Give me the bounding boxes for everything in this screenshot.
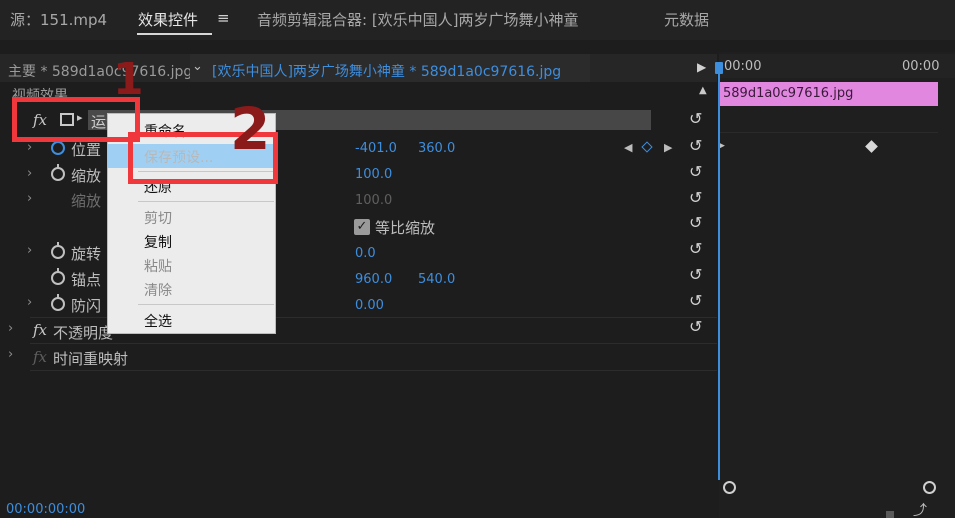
anti-flicker-label: 防闪 (71, 297, 102, 315)
menu-item-label: 剪切 (144, 211, 172, 227)
export-frame-icon[interactable]: ⤴ (913, 500, 927, 518)
expand-scale-icon[interactable]: › (27, 166, 32, 181)
active-tab-underline (137, 33, 212, 35)
reset-opacity-icon[interactable]: ↺ (689, 317, 702, 336)
playhead-handle[interactable] (715, 62, 723, 74)
scale-value[interactable]: 100.0 (355, 167, 392, 182)
row-divider (30, 343, 717, 344)
timeline-clip-name: 589d1a0c97616.jpg (723, 86, 854, 101)
panel-tab-bar: 源：151.mp4 效果控件 ≡ 音频剪辑混合器: [欢乐中国人]两岁广场舞小神… (0, 0, 955, 40)
chevron-down-icon[interactable]: ⌄ (192, 59, 203, 74)
menu-separator (138, 304, 274, 305)
timeline-row-line (720, 132, 938, 133)
tab-audio-mixer[interactable]: 音频剪辑混合器: [欢乐中国人]两岁广场舞小神童 (257, 9, 579, 30)
playhead[interactable] (718, 64, 720, 480)
prev-keyframe-icon[interactable]: ◀ (624, 141, 632, 154)
zoom-scroll-left-handle[interactable] (723, 481, 736, 494)
tab-source[interactable]: 源：151.mp4 (10, 9, 107, 30)
expand-time-remap-icon[interactable]: › (8, 347, 13, 362)
stopwatch-anchor-icon[interactable] (51, 268, 65, 285)
reset-motion-icon[interactable]: ↺ (689, 109, 702, 128)
position-x-value[interactable]: -401.0 (355, 141, 397, 156)
scale-label: 缩放 (71, 167, 102, 185)
stopwatch-anti-flicker-icon[interactable] (51, 294, 65, 311)
uniform-scale-label: 等比缩放 (375, 219, 436, 237)
reset-anti-flicker-icon[interactable]: ↺ (689, 291, 702, 310)
row-divider (30, 370, 717, 371)
uniform-scale-checkbox[interactable]: ✓ (354, 219, 370, 235)
anchor-x-value[interactable]: 960.0 (355, 272, 392, 287)
expand-rotation-icon[interactable]: › (27, 243, 32, 258)
menu-separator (138, 201, 274, 202)
rotation-label: 旋转 (71, 245, 102, 263)
current-timecode[interactable]: 00:00:00:00 (6, 502, 85, 517)
fx-toggle-time-remap: fx (33, 348, 48, 366)
scale-width-label: 缩放 (71, 192, 102, 210)
reset-position-icon[interactable]: ↺ (689, 136, 702, 155)
reset-uniform-scale-icon[interactable]: ↺ (689, 213, 702, 232)
reset-scale-icon[interactable]: ↺ (689, 162, 702, 181)
rotation-value[interactable]: 0.0 (355, 246, 376, 261)
anchor-label: 锚点 (71, 271, 102, 289)
collapse-up-icon[interactable]: ▲ (699, 85, 707, 96)
expand-scale-width-icon: › (27, 191, 33, 206)
play-only-audio-icon[interactable]: ▶ (697, 60, 706, 74)
menu-item-select-all[interactable]: 全选 (108, 308, 275, 332)
sequence-clip-selector[interactable]: ⌄ [欢乐中国人]两岁广场舞小神童 * 589d1a0c97616.jpg (190, 54, 590, 82)
menu-item-label: 全选 (144, 314, 172, 330)
menu-item-clear[interactable]: 清除 (108, 277, 275, 301)
time-remap-label: 时间重映射 (53, 350, 129, 368)
menu-item-paste[interactable]: 粘贴 (108, 253, 275, 277)
reset-rotation-icon[interactable]: ↺ (689, 239, 702, 258)
fx-toggle-opacity[interactable]: fx (33, 321, 47, 339)
opacity-label: 不透明度 (53, 324, 114, 342)
next-keyframe-icon[interactable]: ▶ (664, 141, 672, 154)
tab-effect-controls[interactable]: 效果控件 (138, 9, 198, 30)
reset-anchor-icon[interactable]: ↺ (689, 265, 702, 284)
annotation-number-1: 1 (113, 54, 144, 105)
reset-scale-width-icon[interactable]: ↺ (689, 188, 702, 207)
stopwatch-position-icon[interactable] (51, 138, 65, 155)
menu-item-copy[interactable]: 复制 (108, 229, 275, 253)
position-y-value[interactable]: 360.0 (418, 141, 455, 156)
timeline-scrollbar[interactable] (886, 511, 894, 518)
master-clip-label[interactable]: 主要 * 589d1a0c97616.jpg (8, 61, 192, 81)
menu-item-label: 粘贴 (144, 259, 172, 275)
ruler-start-time: 00:00 (724, 59, 762, 74)
annotation-number-2: 2 (230, 95, 271, 163)
tab-metadata[interactable]: 元数据 (664, 9, 709, 30)
position-label: 位置 (71, 141, 102, 159)
ruler-end-time: 00:00 (902, 59, 940, 74)
expand-position-icon[interactable]: › (27, 140, 32, 155)
clip-breadcrumb: 主要 * 589d1a0c97616.jpg ⌄ [欢乐中国人]两岁广场舞小神童… (0, 54, 717, 82)
expand-anti-flicker-icon[interactable]: › (27, 295, 32, 310)
scale-width-value: 100.0 (355, 193, 393, 208)
menu-item-cut[interactable]: 剪切 (108, 205, 275, 229)
panel-menu-icon[interactable]: ≡ (217, 9, 230, 27)
zoom-scroll-right-handle[interactable] (923, 481, 936, 494)
stopwatch-scale-icon[interactable] (51, 164, 65, 181)
menu-item-label: 复制 (144, 235, 172, 251)
anti-flicker-value[interactable]: 0.00 (355, 298, 384, 313)
expand-opacity-icon[interactable]: › (8, 321, 13, 336)
mini-timeline (719, 52, 955, 518)
anchor-y-value[interactable]: 540.0 (418, 272, 455, 287)
sequence-clip-label: [欢乐中国人]两岁广场舞小神童 * 589d1a0c97616.jpg (212, 64, 562, 80)
stopwatch-rotation-icon[interactable] (51, 242, 65, 259)
menu-item-label: 清除 (144, 283, 172, 299)
